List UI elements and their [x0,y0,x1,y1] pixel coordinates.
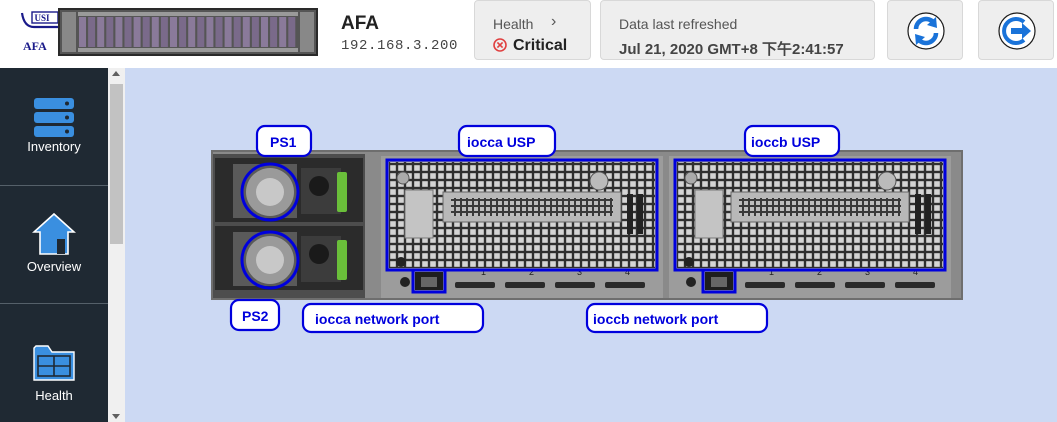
rear-panel-diagram: 1 2 3 4 1 2 3 4 PS1 PS2 iocca USP ioccb … [211,124,963,334]
drive-bay [170,17,177,47]
health-label: Health [493,16,534,32]
usi-logo-mark: USI [20,11,59,29]
drive-bay [233,17,241,47]
health-card[interactable]: Health › Critical [474,0,591,60]
psu1-handle [337,172,347,212]
sidebar-item-label: Overview [26,259,82,274]
drive-bay [270,17,278,47]
ps1-label: PS1 [270,134,297,150]
chassis-thumbnail [58,8,318,56]
drive-bay [115,17,123,47]
drive-bay [142,17,150,47]
sidebar-item-label: Health [35,388,73,403]
brand-logo: USI AFA [20,9,62,55]
health-status-text: Critical [513,37,568,54]
refresh-icon [907,12,945,50]
psu2-handle [337,240,347,280]
device-ip: 192.168.3.200 [341,38,459,54]
sidebar-item-overview[interactable]: Overview [0,186,108,304]
svg-text:USI: USI [35,13,51,23]
ioccb-module: 1 2 3 4 [669,156,951,298]
drive-bay [288,17,296,47]
drive-bay [79,17,86,47]
scroll-down-arrow-icon[interactable] [112,414,120,419]
drive-bay [206,17,214,47]
chevron-right-icon: › [551,13,557,30]
drive-bay [133,17,141,47]
drive-bay [97,17,105,47]
ps2-label: PS2 [242,308,269,324]
ioccb-port-label: ioccb network port [593,311,719,327]
top-header: USI AFA AFA 192.168.3.200 Health › Criti… [0,0,1057,68]
last-refreshed-card: Data last refreshed Jul 21, 2020 GMT+8 下… [600,0,875,60]
iocca-port-label: iocca network port [315,311,440,327]
sidebar: Inventory Overview Health [0,68,108,422]
refresh-label: Data last refreshed [619,16,738,32]
drive-bay [188,17,196,47]
drive-bay [279,17,287,47]
drive-bay [215,17,223,47]
main-content: 1 2 3 4 1 2 3 4 PS1 PS2 iocca USP ioccb … [125,68,1057,422]
health-status: Critical [493,37,567,55]
drive-bay [124,17,132,47]
drive-bay [160,17,168,47]
sidebar-item-inventory[interactable]: Inventory [0,68,108,186]
logo-text: AFA [23,39,47,53]
server-stack-icon [34,98,74,137]
drive-bay [151,17,159,47]
logout-icon [998,12,1036,50]
drive-bay [88,17,96,47]
drive-bay [197,17,205,47]
scroll-thumb[interactable] [110,84,123,244]
home-icon [32,212,76,255]
drive-bay [242,17,250,47]
critical-icon [493,38,507,52]
drive-bay [261,17,268,47]
refresh-timestamp: Jul 21, 2020 GMT+8 下午2:41:57 [619,41,844,58]
iocca-usp-label: iocca USP [467,134,535,150]
folder-icon [33,345,75,381]
iocca-module: 1 2 3 4 [381,156,663,298]
scroll-up-arrow-icon[interactable] [112,71,120,76]
drive-bay [251,17,259,47]
logout-button[interactable] [978,0,1054,60]
sidebar-scrollbar[interactable] [108,68,125,422]
device-name: AFA [341,13,379,34]
sidebar-item-health[interactable]: Health [0,304,108,422]
refresh-button[interactable] [887,0,963,60]
drive-bay [224,17,232,47]
psu-bay [213,154,365,298]
sidebar-item-label: Inventory [27,139,81,154]
drive-bay [106,17,114,47]
ioccb-usp-label: ioccb USP [751,134,820,150]
drive-bay [179,17,187,47]
